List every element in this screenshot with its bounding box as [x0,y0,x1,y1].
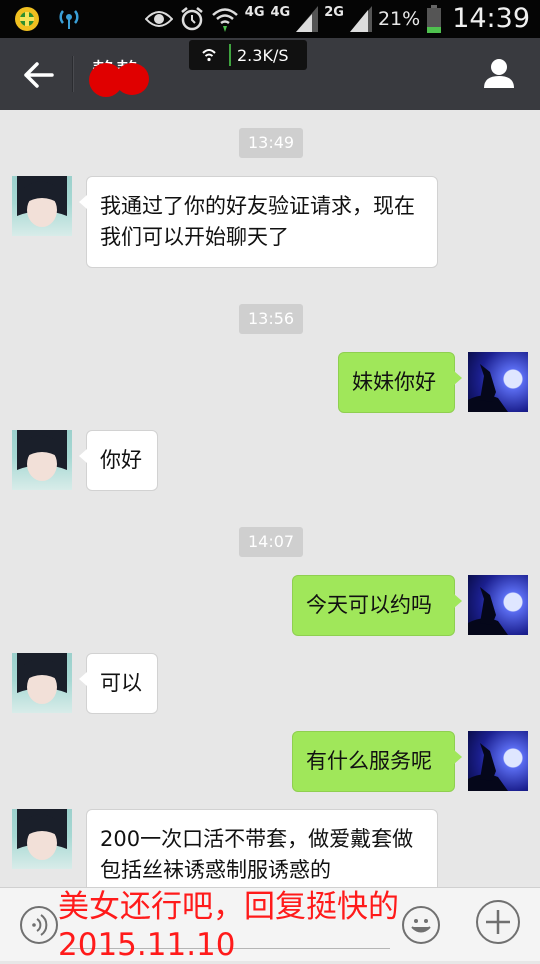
wolf-howling-icon [468,587,508,635]
network-type-label: 4G [244,5,265,20]
wifi-icon [211,7,238,32]
network-type-label: 2G [324,5,344,20]
wolf-howling-icon [468,364,508,412]
status-bar: 4G 4G 2G 21% 14:39 [0,0,540,38]
timestamp: 13:56 [239,304,304,334]
message-text: 可以 [100,671,142,695]
wolf-howling-icon [468,743,508,791]
message-bubble-received[interactable]: 200一次口活不带套，做爱戴套做包括丝袜诱惑制服诱惑的 [86,809,438,899]
eye-icon [144,10,173,27]
network-type-label: 4G [270,5,291,20]
contact-avatar[interactable] [12,430,72,490]
back-arrow-icon[interactable] [22,58,56,92]
my-avatar[interactable] [468,352,528,412]
speed-value: 2.3K/S [237,45,289,65]
plus-icon[interactable] [476,900,520,944]
message-text: 今天可以约吗 [306,593,432,617]
message-bubble-received[interactable]: 我通过了你的好友验证请求，现在我们可以开始聊天了 [79,176,438,268]
girl-portrait-icon [17,176,67,227]
message-text: 200一次口活不带套，做爱戴套做包括丝袜诱惑制服诱惑的 [100,827,414,882]
speed-divider [229,44,231,66]
app-notification-icon [15,7,39,31]
annotation-line: 美女还行吧，回复挺快的 [58,889,399,925]
contact-avatar[interactable] [12,809,72,869]
contact-avatar[interactable] [12,653,72,713]
message-bubble-received[interactable]: 你好 [79,430,158,491]
wifi-icon [202,49,216,62]
signal-icon [349,5,372,32]
emoji-icon[interactable] [402,906,440,944]
girl-portrait-icon [17,430,67,481]
message-bubble-received[interactable]: 可以 [79,653,158,714]
message-bubble-sent[interactable]: 今天可以约吗 [292,575,462,636]
message-text: 我通过了你的好友验证请求，现在我们可以开始聊天了 [100,194,415,249]
signal-icon [296,5,319,32]
alarm-icon [181,6,203,30]
timestamp: 14:07 [239,527,304,557]
message-text: 你好 [100,448,142,472]
timestamp: 13:49 [239,128,304,158]
my-avatar[interactable] [468,575,528,635]
voice-icon[interactable] [20,906,58,944]
redaction-mark [89,63,149,97]
battery-icon [427,4,442,33]
annotation-overlay: 美女还行吧，回复挺快的 2015.11.10 [58,888,399,964]
battery-percent: 21% [377,7,421,30]
girl-portrait-icon [17,809,67,860]
contact-avatar[interactable] [12,176,72,236]
header-divider [72,56,74,92]
message-text: 妹妹你好 [352,370,436,394]
message-bubble-sent[interactable]: 妹妹你好 [338,352,462,413]
network-speed-overlay: 2.3K/S [189,40,307,70]
broadcast-icon [59,10,79,29]
message-bubble-sent[interactable]: 有什么服务呢 [292,731,462,792]
message-text: 有什么服务呢 [306,749,432,773]
annotation-date: 2015.11.10 [58,927,236,963]
girl-portrait-icon [17,653,67,704]
user-profile-icon[interactable] [482,56,516,90]
clock: 14:39 [452,3,530,34]
my-avatar[interactable] [468,731,528,791]
